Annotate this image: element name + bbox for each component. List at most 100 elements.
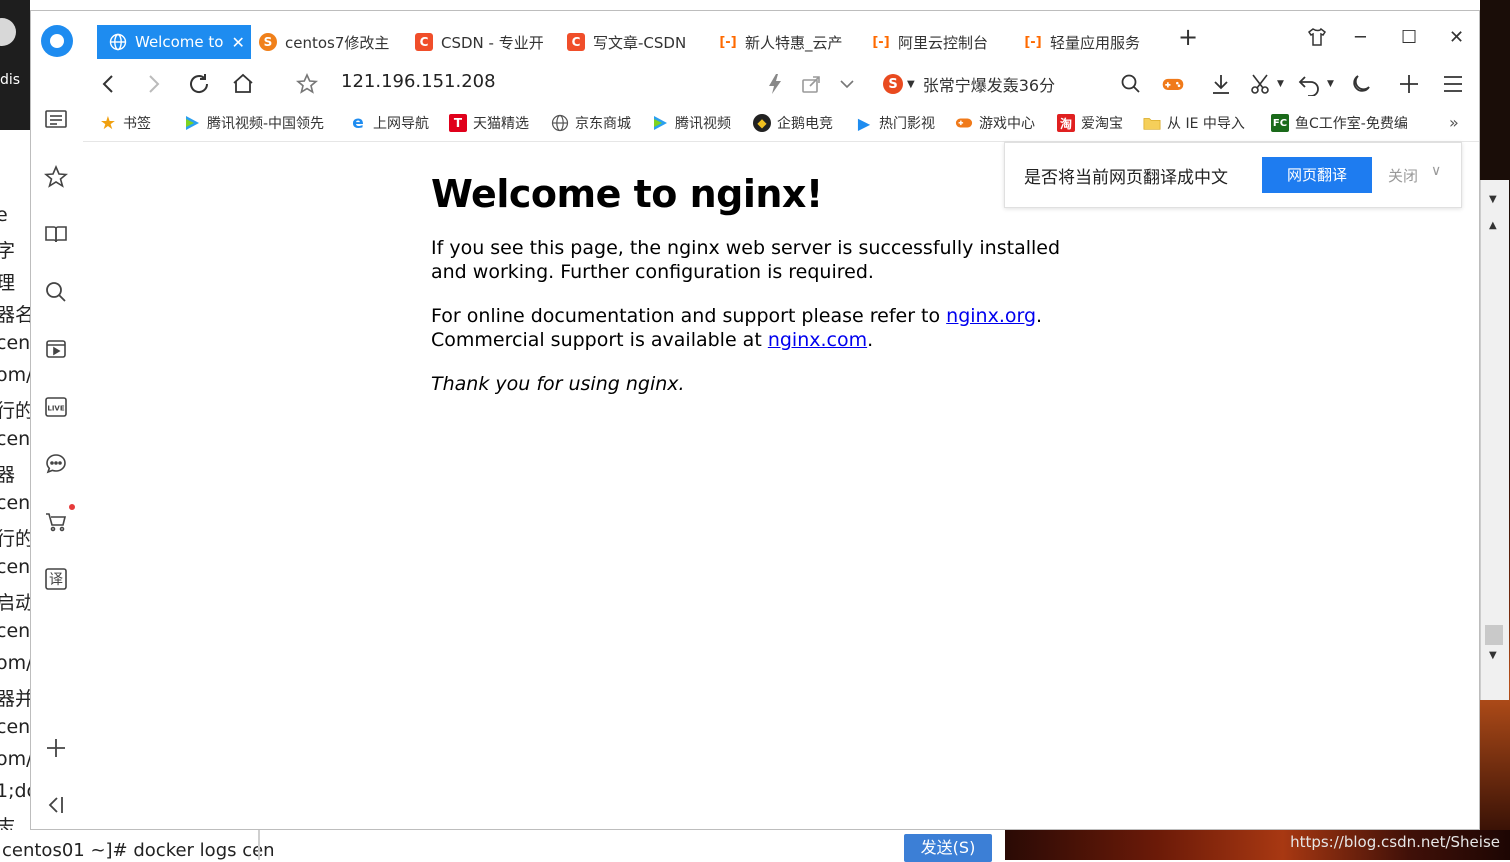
- bookmark-item[interactable]: 淘 爱淘宝: [1057, 113, 1123, 133]
- bookmark-label: 热门影视: [879, 116, 935, 132]
- send-button[interactable]: 发送(S): [904, 834, 992, 862]
- bookmarks-bar: ★ 书签 腾讯视频-中国领先 e 上网导航 T 天猫精选 京东商城 腾讯视频 ◆…: [83, 107, 1479, 142]
- night-mode-moon-icon[interactable]: [1349, 71, 1373, 97]
- bookmark-item[interactable]: 游戏中心: [955, 113, 1035, 133]
- browser-logo-icon[interactable]: [41, 25, 73, 57]
- chevron-down-icon[interactable]: ▼: [907, 79, 915, 90]
- chevron-down-icon[interactable]: [835, 71, 859, 97]
- undo-icon[interactable]: [1297, 71, 1321, 97]
- url-input[interactable]: 121.196.151.208: [341, 71, 496, 92]
- menu-icon[interactable]: [1441, 71, 1465, 97]
- bookmark-label: 游戏中心: [979, 116, 1035, 132]
- sogou-icon: S: [259, 33, 277, 51]
- more-bookmarks-icon[interactable]: »: [1449, 113, 1459, 132]
- bookmark-item[interactable]: 腾讯视频-中国领先: [183, 113, 324, 133]
- star-icon: ★: [99, 112, 117, 134]
- sogou-icon[interactable]: S: [883, 74, 903, 94]
- chat-bubble-icon[interactable]: [42, 450, 70, 478]
- punctuation: .: [867, 329, 874, 351]
- tmall-icon: T: [449, 114, 467, 132]
- lightning-icon[interactable]: [763, 71, 787, 97]
- watermark: https://blog.csdn.net/Sheise: [1290, 833, 1500, 851]
- tab-label: centos7修改主: [285, 33, 389, 52]
- bookmark-label: 从 IE 中导入: [1167, 116, 1245, 132]
- minimize-icon[interactable]: ─: [1355, 27, 1366, 48]
- globe-icon: [109, 33, 127, 51]
- tab-aliyun-console[interactable]: [-] 阿里云控制台: [872, 25, 1002, 59]
- gamepad-icon: [955, 114, 973, 132]
- tab-label: 新人特惠_云产: [745, 33, 843, 52]
- bookmark-item[interactable]: 京东商城: [551, 113, 631, 133]
- bookmark-item[interactable]: T 天猫精选: [449, 113, 529, 133]
- docs-text: For online documentation and support ple…: [431, 305, 947, 327]
- reload-icon[interactable]: [187, 71, 211, 97]
- background-text-fragment: 启动: [0, 592, 30, 614]
- news-icon[interactable]: [42, 105, 70, 133]
- background-text-fragment: om/: [0, 652, 30, 674]
- bookmark-star-icon[interactable]: [295, 71, 319, 97]
- translate-close-button[interactable]: 关闭: [1388, 165, 1418, 186]
- video-icon[interactable]: [42, 335, 70, 363]
- add-icon[interactable]: [1397, 71, 1421, 97]
- shopping-cart-icon[interactable]: [42, 508, 70, 536]
- background-text-fragment: dis: [0, 72, 21, 88]
- search-engine-box[interactable]: S ▼ 张常宁爆发轰36分: [883, 72, 1055, 96]
- bookmark-item[interactable]: ▶ 热门影视: [855, 113, 935, 133]
- forward-icon[interactable]: [141, 71, 165, 97]
- chevron-down-icon[interactable]: ▼: [1277, 71, 1284, 97]
- page-title: Welcome to nginx!: [431, 172, 823, 216]
- tab-welcome-nginx[interactable]: Welcome to ✕: [97, 25, 251, 59]
- gamepad-icon[interactable]: [1161, 71, 1185, 97]
- bookmark-item[interactable]: 从 IE 中导入: [1143, 113, 1245, 133]
- background-text-fragment: 器名: [0, 304, 30, 326]
- csdn-icon: C: [415, 33, 433, 51]
- close-window-icon[interactable]: ✕: [1449, 27, 1464, 48]
- bookmark-item[interactable]: ★ 书签: [99, 112, 151, 134]
- nginx-com-link[interactable]: nginx.com: [768, 329, 867, 351]
- aliyun-icon: [-]: [1024, 34, 1042, 50]
- collapse-sidebar-icon[interactable]: [42, 791, 70, 819]
- favorites-star-icon[interactable]: [42, 163, 70, 191]
- back-icon[interactable]: [97, 71, 121, 97]
- tab-csdn[interactable]: C CSDN - 专业开: [415, 25, 545, 59]
- bookmark-label: 腾讯视频: [675, 116, 731, 132]
- tab-centos7[interactable]: S centos7修改主: [259, 25, 389, 59]
- close-tab-icon[interactable]: ✕: [231, 33, 244, 52]
- shirt-skin-icon[interactable]: [1307, 27, 1327, 52]
- download-icon[interactable]: [1209, 71, 1233, 97]
- new-tab-icon[interactable]: +: [1178, 23, 1198, 51]
- search-suggestion-text[interactable]: 张常宁爆发轰36分: [923, 72, 1055, 96]
- globe-icon: [551, 114, 569, 132]
- bookmark-item[interactable]: FC 鱼C工作室-免费编: [1271, 113, 1408, 133]
- scissors-icon[interactable]: [1249, 71, 1273, 97]
- bookmark-label: 爱淘宝: [1081, 116, 1123, 132]
- background-text-fragment: cent: [0, 620, 30, 642]
- share-icon[interactable]: [799, 71, 823, 97]
- chevron-down-icon[interactable]: ▼: [1327, 71, 1334, 97]
- translate-page-button[interactable]: 网页翻译: [1262, 157, 1372, 193]
- address-bar-row: 121.196.151.208 S ▼ 张常宁爆发轰36分 ▼ ▼: [83, 61, 1479, 108]
- search-icon[interactable]: [1119, 71, 1143, 97]
- add-icon[interactable]: [42, 734, 70, 762]
- tab-label: 写文章-CSDN: [593, 33, 687, 52]
- chevron-down-icon[interactable]: ∨: [1431, 163, 1441, 179]
- intro-paragraph: If you see this page, the nginx web serv…: [431, 237, 1061, 283]
- svg-text:译: 译: [49, 572, 63, 588]
- bookmark-item[interactable]: e 上网导航: [349, 113, 429, 133]
- maximize-icon[interactable]: ☐: [1401, 27, 1417, 48]
- search-icon[interactable]: [42, 278, 70, 306]
- tab-aliyun-promo[interactable]: [-] 新人特惠_云产: [719, 25, 849, 59]
- background-window-bottom: centos01 ~]# docker logs cen 发送(S) https…: [0, 830, 1510, 862]
- bookmark-item[interactable]: ◆ 企鹅电竞: [753, 113, 833, 133]
- translate-icon[interactable]: 译: [42, 565, 70, 593]
- bookmark-item[interactable]: 腾讯视频: [651, 113, 731, 133]
- live-icon[interactable]: LIVE: [42, 393, 70, 421]
- nginx-org-link[interactable]: nginx.org: [946, 305, 1036, 327]
- tab-aliyun-lightweight[interactable]: [-] 轻量应用服务: [1024, 25, 1154, 59]
- aliyun-icon: [-]: [719, 34, 737, 50]
- reading-book-icon[interactable]: [42, 220, 70, 248]
- background-divider: [258, 830, 260, 860]
- tab-csdn-write[interactable]: C 写文章-CSDN: [567, 25, 697, 59]
- home-icon[interactable]: [231, 71, 255, 97]
- bookmark-label: 书签: [123, 116, 151, 132]
